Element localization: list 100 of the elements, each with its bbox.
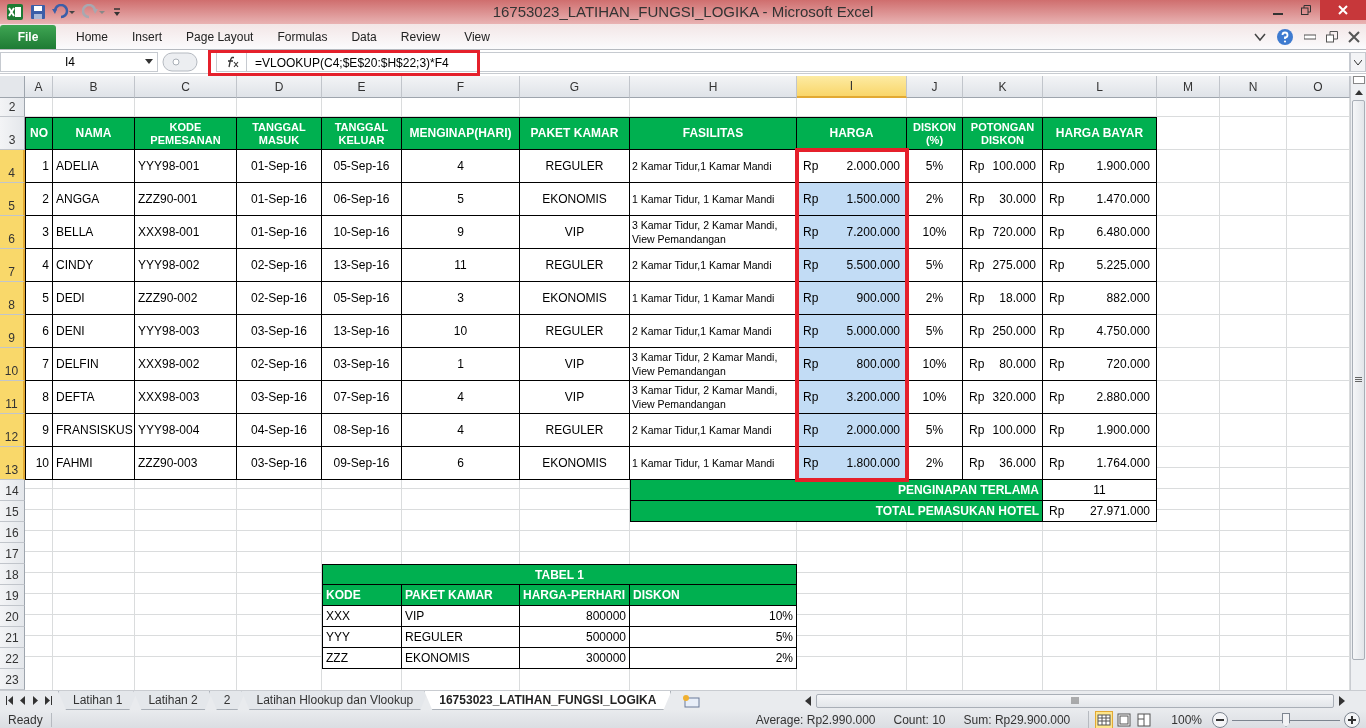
zoom-in-button[interactable]	[1344, 712, 1360, 728]
row-header[interactable]: 4	[0, 150, 25, 183]
table-cell: 1	[25, 150, 53, 183]
header-cell: FASILITAS	[630, 117, 797, 150]
table-cell: 01-Sep-16	[237, 150, 322, 183]
ribbon-tab[interactable]: Formulas	[267, 25, 338, 49]
column-header[interactable]: H	[630, 76, 797, 98]
name-box[interactable]: I4	[0, 52, 158, 72]
status-average: Average: Rp2.990.000	[755, 713, 876, 727]
column-header[interactable]: B	[53, 76, 135, 98]
table-cell: 10%	[907, 381, 963, 414]
row-header[interactable]: 18	[0, 564, 25, 585]
file-tab[interactable]: File	[0, 25, 56, 49]
expand-formula-button[interactable]	[1350, 52, 1366, 72]
table-cell: ZZZ	[322, 648, 402, 669]
column-header[interactable]: N	[1220, 76, 1287, 98]
row-header[interactable]: 17	[0, 543, 25, 564]
column-header[interactable]: I	[797, 76, 907, 98]
horizontal-scrollbar[interactable]	[816, 693, 1334, 708]
scroll-up-icon[interactable]	[1353, 88, 1364, 98]
row-header[interactable]: 9	[0, 315, 25, 348]
header-cell: HARGA BAYAR	[1043, 117, 1157, 150]
column-header[interactable]: A	[25, 76, 53, 98]
sheet-tab[interactable]: 2	[208, 691, 246, 710]
ribbon-tab[interactable]: Home	[66, 25, 118, 49]
sheet-tab[interactable]: Latihan Hlookup dan Vlookup	[241, 691, 429, 710]
sheet-nav-icon[interactable]	[45, 696, 52, 705]
column-header[interactable]: G	[520, 76, 630, 98]
table-cell: 6	[25, 315, 53, 348]
row-header[interactable]: 14	[0, 480, 25, 501]
resize-handle-icon[interactable]	[162, 52, 198, 72]
row-header[interactable]: 23	[0, 669, 25, 690]
row-header[interactable]: 12	[0, 414, 25, 447]
column-header[interactable]: O	[1287, 76, 1350, 98]
table-cell: YYY98-004	[135, 414, 237, 447]
column-header[interactable]: M	[1157, 76, 1220, 98]
row-header[interactable]: 5	[0, 183, 25, 216]
undo-icon[interactable]	[52, 4, 76, 20]
row-header[interactable]: 19	[0, 585, 25, 606]
column-header[interactable]: E	[322, 76, 402, 98]
column-header[interactable]: L	[1043, 76, 1157, 98]
formula-field[interactable]: =VLOOKUP(C4;$E$20:$H$22;3)*F4	[246, 52, 1350, 72]
row-header[interactable]: 7	[0, 249, 25, 282]
minimize-ribbon-icon[interactable]	[1254, 32, 1266, 42]
row-header[interactable]: 3	[0, 117, 25, 150]
ribbon-tab[interactable]: Insert	[122, 25, 173, 49]
save-icon[interactable]	[30, 4, 46, 20]
vertical-scrollbar[interactable]	[1352, 100, 1365, 660]
table-cell: YYY98-003	[135, 315, 237, 348]
row-header[interactable]: 16	[0, 522, 25, 543]
row-header[interactable]: 22	[0, 648, 25, 669]
column-header[interactable]: D	[237, 76, 322, 98]
scroll-right-icon[interactable]	[1338, 695, 1346, 706]
sheet-tab[interactable]: 16753023_LATIHAN_FUNGSI_LOGIKA	[424, 691, 672, 710]
row-header[interactable]: 6	[0, 216, 25, 249]
table-cell: Rp 30.000	[963, 183, 1043, 216]
table-cell: YYY98-002	[135, 249, 237, 282]
zoom-level[interactable]: 100%	[1171, 713, 1202, 727]
zoom-out-button[interactable]	[1212, 712, 1228, 728]
slider-thumb[interactable]	[1282, 713, 1290, 727]
insert-function-button[interactable]	[216, 52, 246, 72]
view-button[interactable]	[1115, 711, 1134, 728]
column-header[interactable]: F	[402, 76, 520, 98]
ribbon-tab[interactable]: Data	[341, 25, 387, 49]
sheet-tab[interactable]: Latihan 2	[133, 691, 213, 710]
row-header[interactable]: 11	[0, 381, 25, 414]
view-button[interactable]	[1095, 711, 1114, 728]
sheet-tab[interactable]: Latihan 1	[58, 691, 138, 710]
header-cell: PAKET KAMAR	[402, 585, 520, 606]
row-header[interactable]: 13	[0, 447, 25, 480]
ribbon-tab[interactable]: Page Layout	[176, 25, 264, 49]
close-icon	[1338, 5, 1348, 15]
row-header[interactable]: 21	[0, 627, 25, 648]
table-cell: VIP	[402, 606, 520, 627]
view-button[interactable]	[1135, 711, 1154, 728]
column-header[interactable]: J	[907, 76, 963, 98]
row-header[interactable]: 10	[0, 348, 25, 381]
close-button[interactable]	[1320, 0, 1366, 20]
table-cell: Rp 100.000	[963, 414, 1043, 447]
row-header[interactable]: 20	[0, 606, 25, 627]
sheet-nav-icon[interactable]	[6, 696, 13, 705]
row-header[interactable]: 2	[0, 98, 25, 117]
spreadsheet-logo-icon[interactable]	[6, 3, 24, 21]
minimize-icon[interactable]	[1304, 34, 1316, 40]
row-header[interactable]: 8	[0, 282, 25, 315]
column-header[interactable]: K	[963, 76, 1043, 98]
restore-icon[interactable]	[1326, 31, 1338, 43]
help-icon[interactable]	[1276, 28, 1294, 46]
split-handle-icon[interactable]	[1352, 76, 1365, 84]
column-header[interactable]: C	[135, 76, 237, 98]
table-cell: Rp 5.000.000	[797, 315, 907, 348]
table-cell: 03-Sep-16	[237, 381, 322, 414]
close-icon[interactable]	[1348, 31, 1360, 43]
table-cell: 10-Sep-16	[322, 216, 402, 249]
ribbon-tab[interactable]: Review	[390, 25, 451, 49]
scroll-left-icon[interactable]	[804, 695, 812, 706]
row-header[interactable]: 15	[0, 501, 25, 522]
ribbon-tab[interactable]: View	[454, 25, 500, 49]
table-cell: 4	[402, 414, 520, 447]
table-cell: 5	[25, 282, 53, 315]
